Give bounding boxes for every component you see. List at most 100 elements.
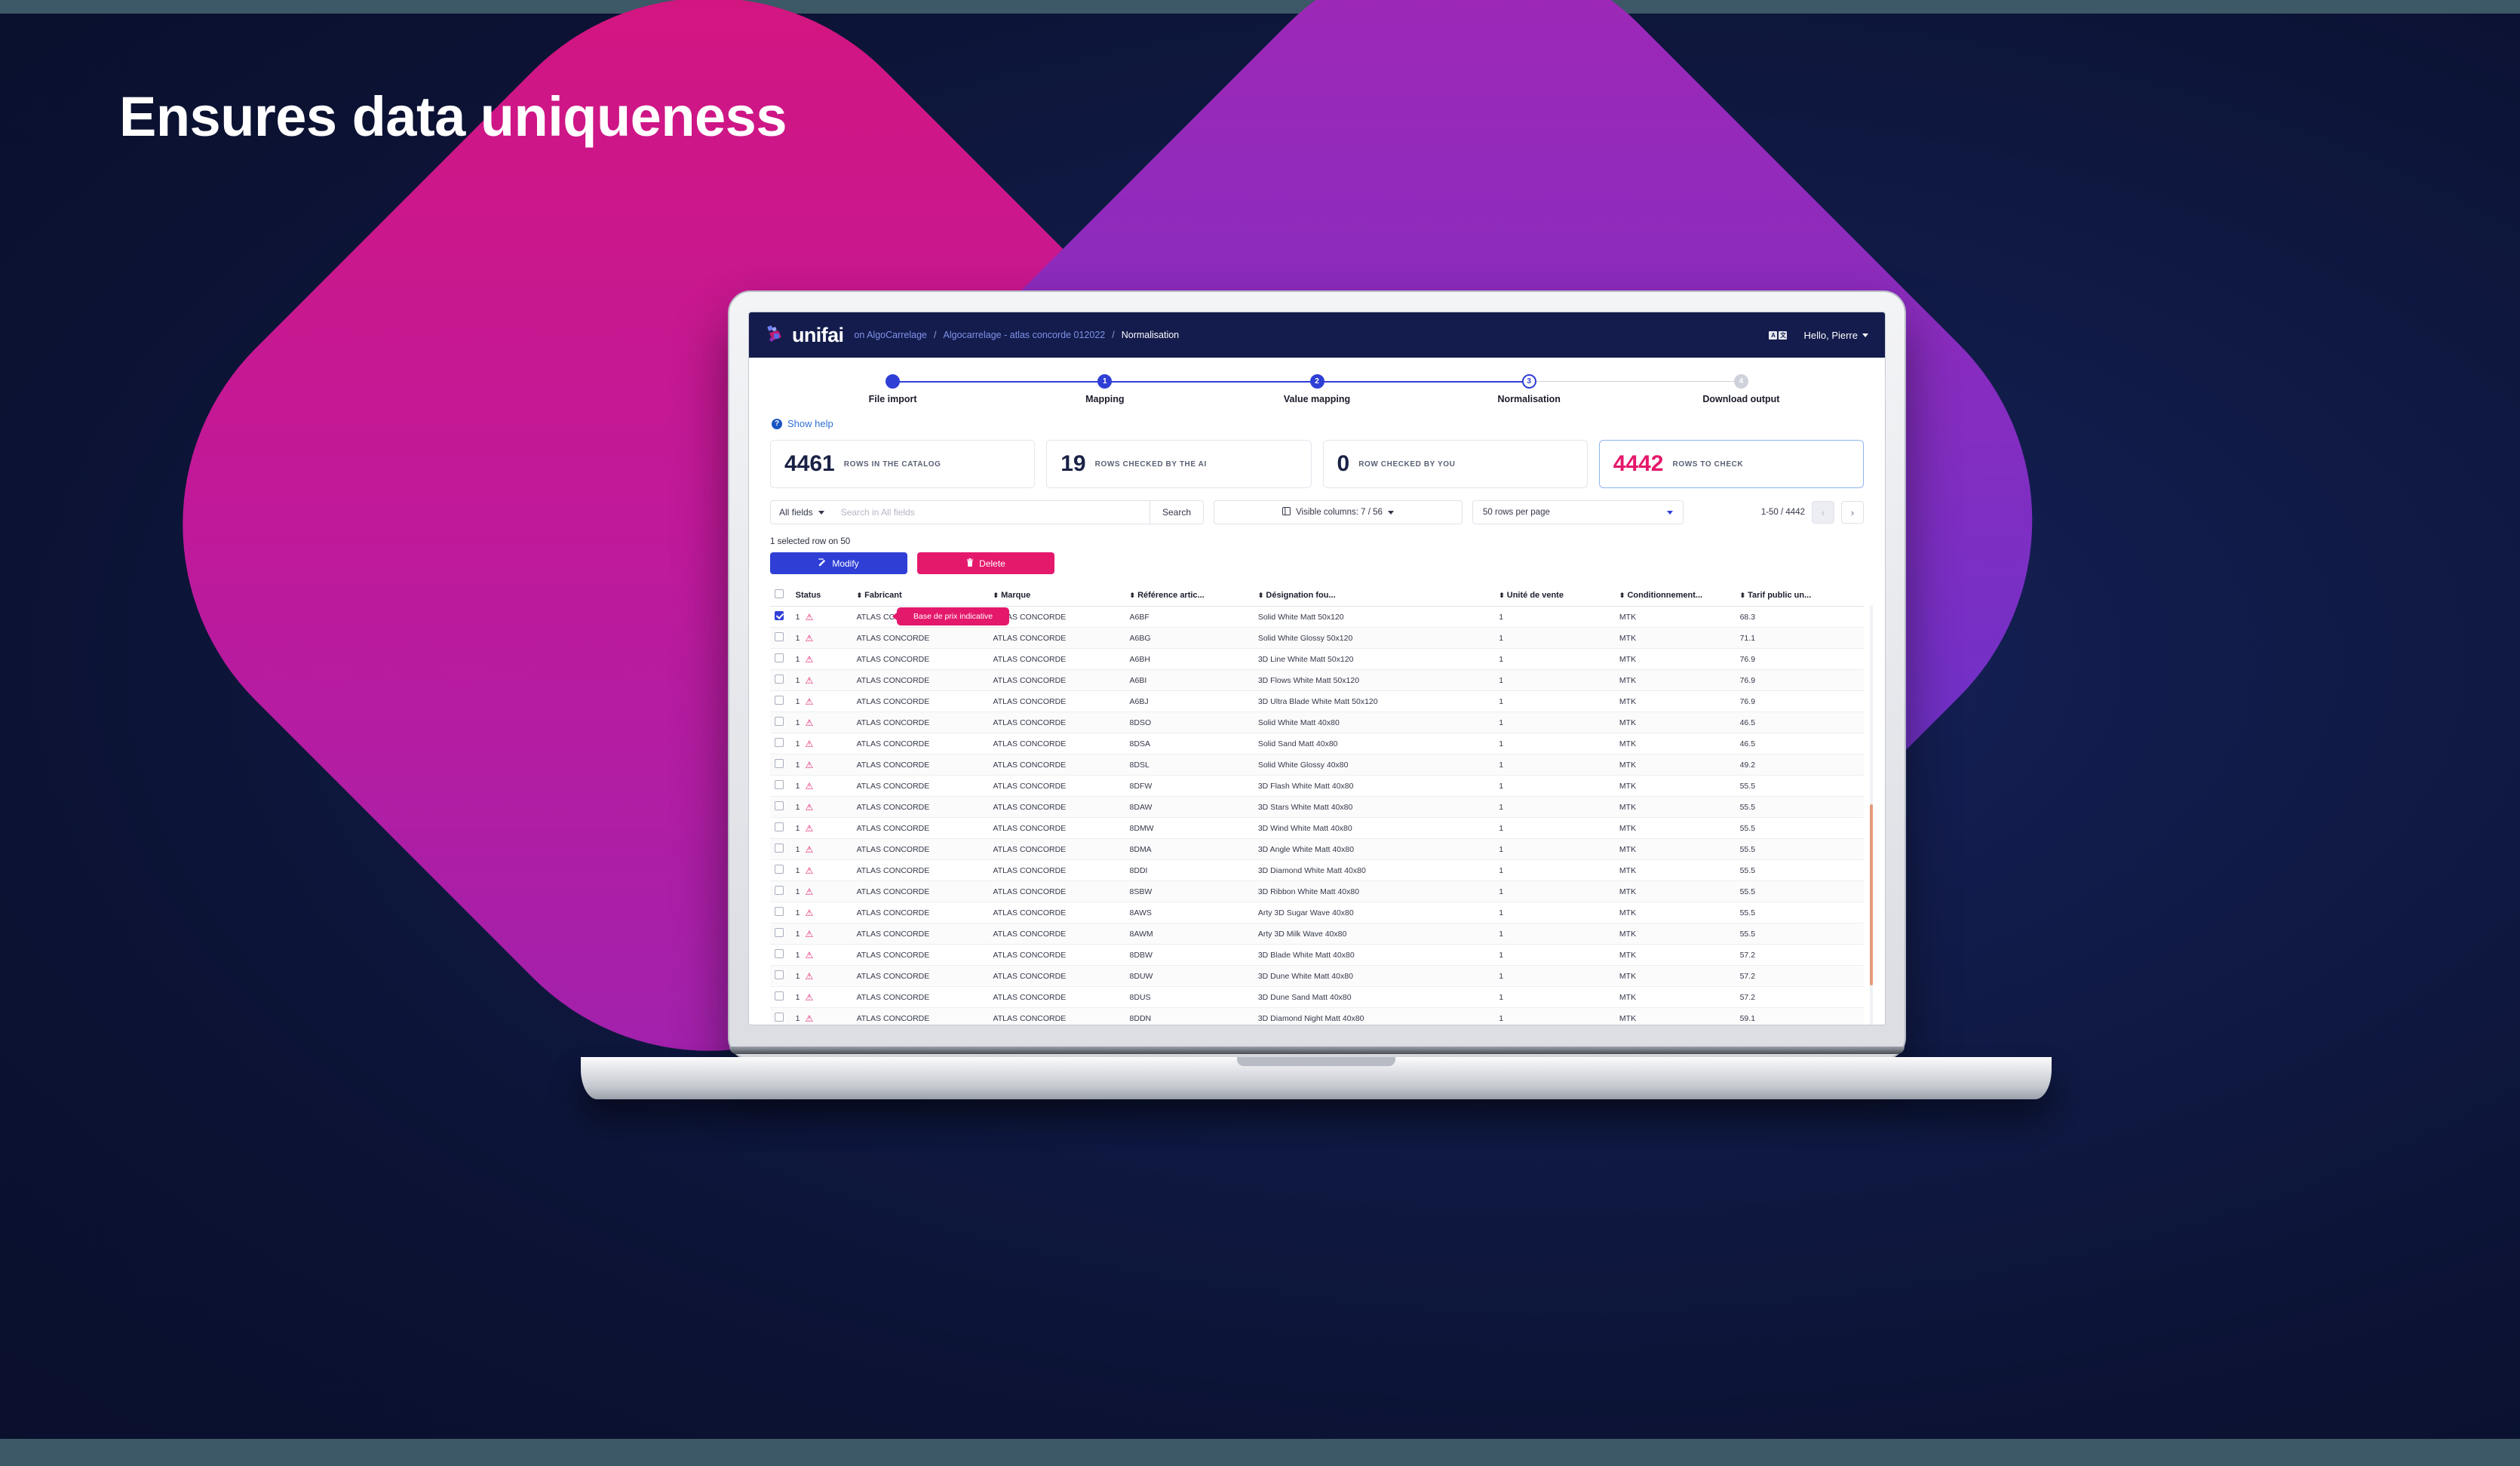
row-checkbox[interactable] xyxy=(775,611,784,620)
table-row[interactable]: 1 ⚠ ATLAS CONCORDE ATLAS CONCORDE 8DFW 3D Fla… xyxy=(770,775,1864,797)
warning-icon[interactable]: ⚠ xyxy=(806,844,814,855)
table-row[interactable]: 1 ⚠ ATLAS CONCORDE ATLAS CONCORDE A6BH 3D Lin… xyxy=(770,648,1864,670)
row-select-cell[interactable] xyxy=(770,606,791,628)
modify-button[interactable]: Modify xyxy=(770,552,907,574)
breadcrumb-item-1[interactable]: Algocarrelage - atlas concorde 012022 xyxy=(944,330,1106,340)
step-mapping[interactable]: 1 Mapping xyxy=(999,374,1317,404)
row-checkbox[interactable] xyxy=(775,970,784,979)
step-value-mapping[interactable]: 2 Value mapping xyxy=(1211,374,1530,404)
row-select-cell[interactable] xyxy=(770,902,791,924)
row-checkbox[interactable] xyxy=(775,632,784,641)
header-designation[interactable]: ⬍ Désignation fou... xyxy=(1253,585,1495,607)
warning-icon[interactable]: ⚠ xyxy=(806,781,814,791)
warning-icon[interactable]: ⚠ xyxy=(806,1013,814,1024)
warning-icon[interactable]: ⚠ xyxy=(806,633,814,644)
header-unite-de-vente[interactable]: ⬍ Unité de vente xyxy=(1494,585,1615,607)
table-row[interactable]: 1 ⚠ ATLAS CONCORDE ATLAS CONCORDE 8DMA 3D Ang… xyxy=(770,838,1864,860)
warning-icon[interactable]: ⚠ xyxy=(806,908,814,918)
table-row[interactable]: 1 ⚠ ATLAS CONCORDE ATLAS CONCORDE 8DUW 3D Dun… xyxy=(770,965,1864,987)
table-row[interactable]: 1 ⚠ ATLAS CONCORDE ATLAS CONCORDE 8DDI 3D Dia… xyxy=(770,859,1864,881)
table-row[interactable]: 1 ⚠ ATLAS CONCORDE ATLAS CONCORDE 8DSO Solid … xyxy=(770,711,1864,733)
step-normalisation[interactable]: 3 Normalisation xyxy=(1423,374,1742,404)
row-checkbox[interactable] xyxy=(775,653,784,662)
row-select-cell[interactable] xyxy=(770,648,791,670)
breadcrumb-item-0[interactable]: on AlgoCarrelage xyxy=(854,330,927,340)
warning-icon[interactable]: ⚠ xyxy=(806,718,814,728)
header-marque[interactable]: ⬍ Marque xyxy=(988,585,1125,607)
row-checkbox[interactable] xyxy=(775,991,784,1000)
header-tarif[interactable]: ⬍ Tarif public un... xyxy=(1735,585,1864,607)
row-select-cell[interactable] xyxy=(770,923,791,945)
row-select-cell[interactable] xyxy=(770,754,791,776)
logo[interactable]: unifai xyxy=(766,324,844,346)
warning-icon[interactable]: ⚠ xyxy=(806,654,814,665)
vertical-scrollbar-thumb[interactable] xyxy=(1870,804,1873,985)
step-download-output[interactable]: 4 Download output xyxy=(1635,374,1847,404)
warning-icon[interactable]: ⚠ xyxy=(806,612,814,622)
table-row[interactable]: 1 ⚠ ATLAS CONCORDE ATLAS CONCORDE 8DDN 3D Dia… xyxy=(770,1007,1864,1025)
search-button[interactable]: Search xyxy=(1149,500,1204,524)
table-row[interactable]: 1 ⚠ ATLAS CONCORDE ATLAS CONCORDE A6BJ 3D Ult… xyxy=(770,690,1864,712)
visible-columns-select[interactable]: Visible columns: 7 / 56 xyxy=(1214,500,1463,524)
table-row[interactable]: 1 ⚠ ATLAS CONCORDE ATLAS CONCORDE 8DAW 3D Sta… xyxy=(770,796,1864,818)
header-select-all[interactable] xyxy=(770,585,791,607)
table-row[interactable]: 1 ⚠ ATLAS CONCORDE ATLAS CONCORDE 8DSA Solid … xyxy=(770,733,1864,755)
header-reference[interactable]: ⬍ Référence artic... xyxy=(1125,585,1254,607)
search-input-wrap[interactable]: Search in All fields xyxy=(832,500,1150,524)
warning-icon[interactable]: ⚠ xyxy=(806,950,814,960)
warning-icon[interactable]: ⚠ xyxy=(806,823,814,834)
rows-per-page-select[interactable]: 50 rows per page xyxy=(1472,500,1684,524)
row-select-cell[interactable] xyxy=(770,733,791,755)
table-row[interactable]: 1 ⚠ ATLAS CONCORDE ATLAS CONCORDE A6BI 3D Flo… xyxy=(770,669,1864,691)
row-checkbox[interactable] xyxy=(775,844,784,853)
warning-icon[interactable]: ⚠ xyxy=(806,992,814,1003)
row-select-cell[interactable] xyxy=(770,1007,791,1025)
row-checkbox[interactable] xyxy=(775,949,784,958)
select-all-checkbox[interactable] xyxy=(775,589,784,598)
row-checkbox[interactable] xyxy=(775,865,784,874)
table-row[interactable]: 1 ⚠ ATLAS CONCORDE ATLAS CONCORDE 8DSL Solid … xyxy=(770,754,1864,776)
delete-button[interactable]: Delete xyxy=(917,552,1054,574)
warning-icon[interactable]: ⚠ xyxy=(806,696,814,707)
row-checkbox[interactable] xyxy=(775,886,784,895)
step-file-import[interactable]: File import xyxy=(787,374,1105,404)
row-select-cell[interactable] xyxy=(770,711,791,733)
table-row[interactable]: 1 ⚠ ATLAS CONCORDE ATLAS CONCORDE 8SBW 3D Rib… xyxy=(770,881,1864,902)
header-conditionnement[interactable]: ⬍ Conditionnement... xyxy=(1614,585,1736,607)
table-row[interactable]: 1 ⚠ ATLAS CONCORDE ATLAS CONCORDE 8DUS 3D Dun… xyxy=(770,986,1864,1008)
table-row[interactable]: 1 ⚠ ATLAS CONCORDE ATLAS CONCORDE 8AWM Arty 3… xyxy=(770,923,1864,945)
warning-icon[interactable]: ⚠ xyxy=(806,675,814,686)
row-checkbox[interactable] xyxy=(775,696,784,705)
row-select-cell[interactable] xyxy=(770,775,791,797)
prev-page-button[interactable]: ‹ xyxy=(1812,501,1834,524)
row-checkbox[interactable] xyxy=(775,675,784,684)
row-checkbox[interactable] xyxy=(775,759,784,768)
row-select-cell[interactable] xyxy=(770,965,791,987)
translate-icon[interactable]: A 文 xyxy=(1769,330,1788,340)
row-checkbox[interactable] xyxy=(775,738,784,747)
warning-icon[interactable]: ⚠ xyxy=(806,865,814,876)
warning-icon[interactable]: ⚠ xyxy=(806,971,814,982)
row-select-cell[interactable] xyxy=(770,859,791,881)
table-row[interactable]: 1 ⚠ ATLAS CONCORDE ATLAS CONCORDE 8AWS Arty 3… xyxy=(770,902,1864,924)
next-page-button[interactable]: › xyxy=(1841,501,1864,524)
row-select-cell[interactable] xyxy=(770,881,791,902)
search-input[interactable]: Search in All fields xyxy=(841,507,915,518)
table-row[interactable]: 1 ⚠ ATLAS CONCORDE ATLAS CONCORDE 8DBW 3D Bla… xyxy=(770,944,1864,966)
user-menu[interactable]: Hello, Pierre xyxy=(1803,330,1868,341)
header-fabricant[interactable]: ⬍ Fabricant xyxy=(852,585,989,607)
row-checkbox[interactable] xyxy=(775,780,784,789)
row-checkbox[interactable] xyxy=(775,907,784,916)
warning-icon[interactable]: ⚠ xyxy=(806,802,814,813)
warning-icon[interactable]: ⚠ xyxy=(806,739,814,749)
row-checkbox[interactable] xyxy=(775,928,784,937)
row-select-cell[interactable] xyxy=(770,838,791,860)
row-select-cell[interactable] xyxy=(770,944,791,966)
row-select-cell[interactable] xyxy=(770,817,791,839)
row-select-cell[interactable] xyxy=(770,690,791,712)
field-scope-select[interactable]: All fields xyxy=(770,500,833,524)
row-checkbox[interactable] xyxy=(775,822,784,831)
row-checkbox[interactable] xyxy=(775,717,784,726)
row-checkbox[interactable] xyxy=(775,1013,784,1022)
warning-icon[interactable]: ⚠ xyxy=(806,929,814,939)
